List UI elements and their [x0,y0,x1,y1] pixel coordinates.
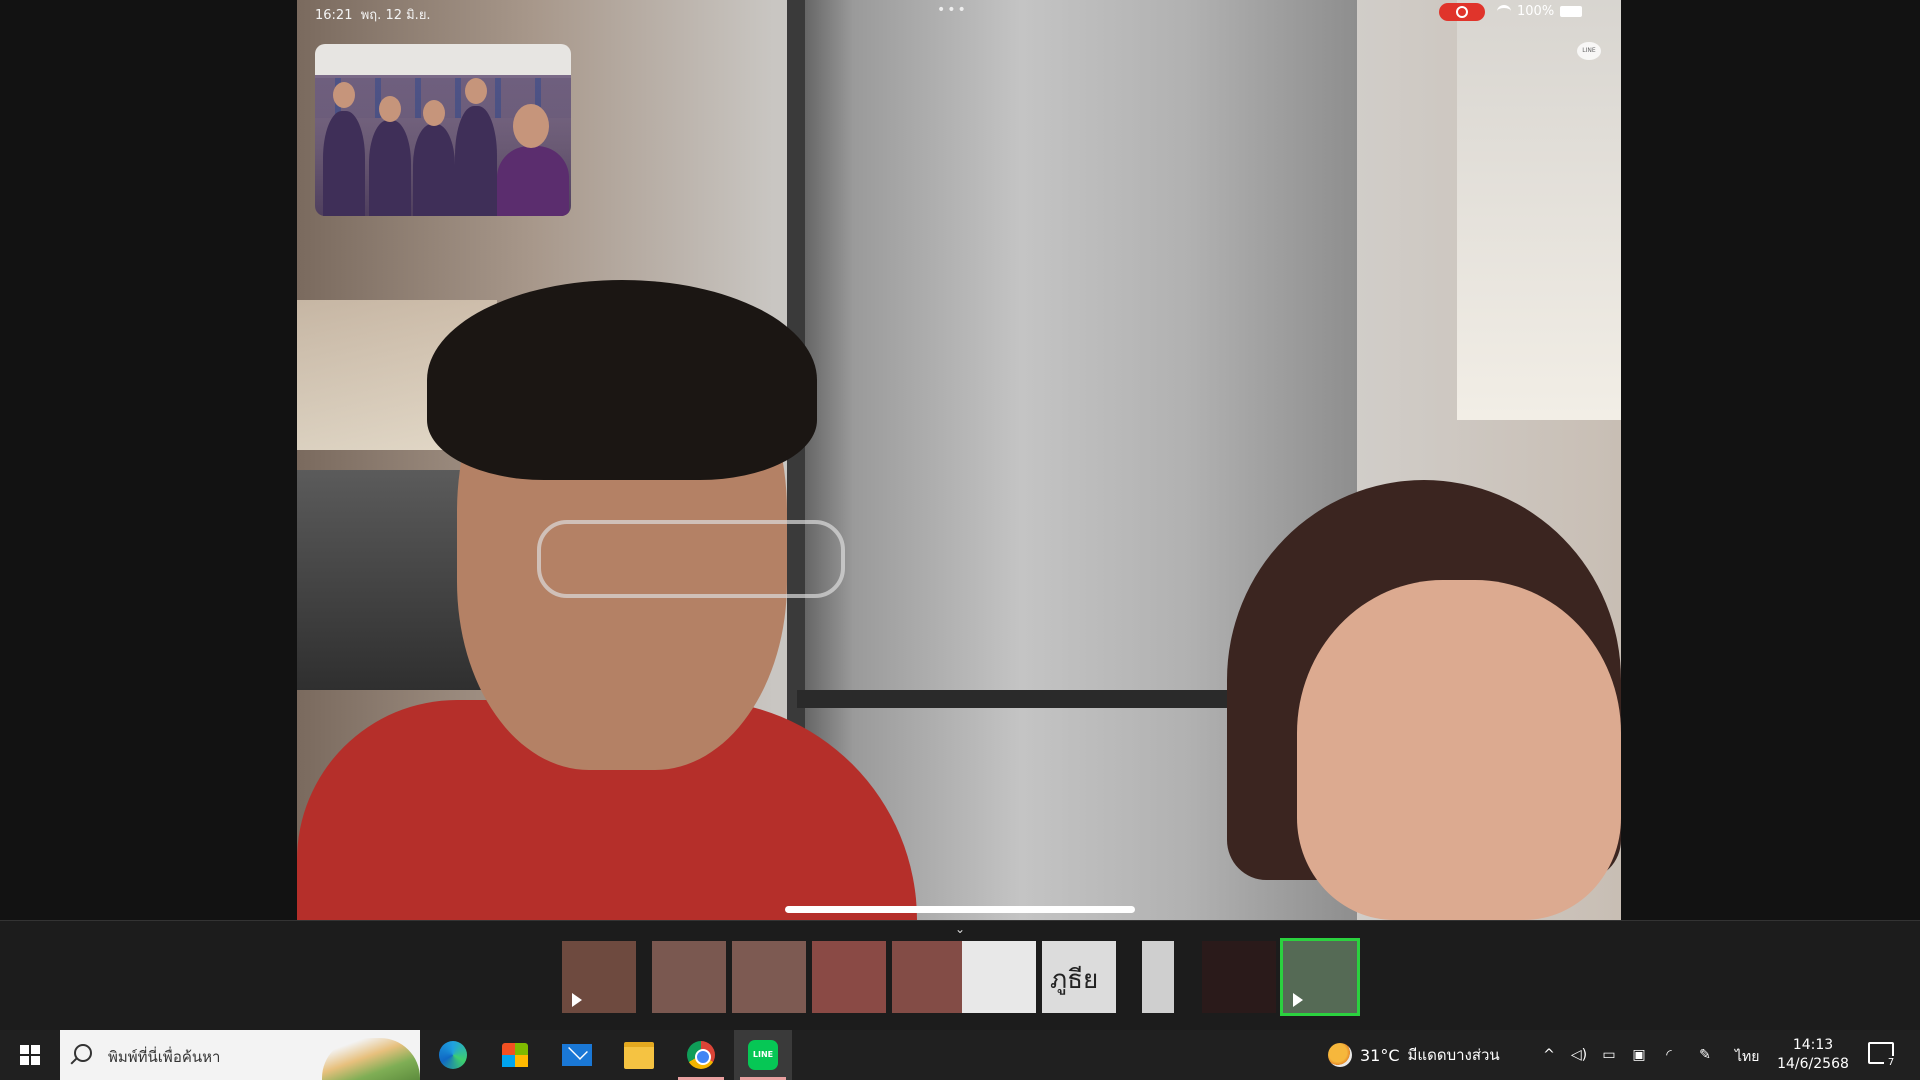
pip-person [497,146,569,216]
pip-person [369,120,411,216]
home-indicator [785,906,1135,913]
mail-icon[interactable] [548,1030,606,1080]
pip-person [455,106,497,216]
thumbnail-sketch[interactable]: ภูธีย [1042,941,1116,1013]
background-wall [1457,0,1621,420]
line-icon[interactable]: LINE [734,1030,792,1080]
line-watermark: LINE [1577,42,1601,60]
clock[interactable]: 14:13 14/6/2568 [1770,1036,1856,1074]
person-left-hair [427,280,817,480]
weather-temp: 31°C [1360,1045,1400,1065]
pip-face [513,104,549,148]
battery-icon [1560,6,1583,17]
pip-face [333,82,355,108]
search-highlight-illustration [322,1038,420,1080]
play-icon [1293,993,1303,1007]
store-icon[interactable] [486,1030,544,1080]
search-icon [74,1044,92,1062]
chrome-icon[interactable] [672,1030,730,1080]
main-photo[interactable]: 16:21 พฤ. 12 มิ.ย. ••• 100% LINE [297,0,1621,920]
security-icon[interactable]: ▣ [1624,1030,1654,1080]
person-left-glasses [537,520,845,598]
thumbnail-photo[interactable] [812,941,886,1013]
screen-record-icon [1439,3,1485,21]
taskbar: พิมพ์ที่นี่เพื่อค้นหา LINE 31°C มีแดดบาง… [0,1030,1920,1080]
weather-widget[interactable]: 31°C มีแดดบางส่วน [1328,1030,1500,1080]
thumbnail-document[interactable] [1142,941,1174,1013]
collapse-chevron-icon[interactable]: ⌄ [953,923,967,937]
show-hidden-icons-chevron-icon[interactable]: ^ [1534,1030,1564,1080]
clock-time: 14:13 [1792,1037,1834,1053]
taskbar-search-box[interactable]: พิมพ์ที่นี่เพื่อค้นหา [60,1030,420,1080]
thumbnail-photo[interactable] [652,941,726,1013]
windows-logo-icon [20,1045,40,1065]
multitask-dots-icon: ••• [937,2,968,18]
pip-face [423,100,445,126]
edge-icon[interactable] [424,1030,482,1080]
weather-condition: มีแดดบางส่วน [1407,1046,1500,1064]
battery-percent: 100% [1517,4,1555,19]
status-bar-right: 100% [1497,4,1583,19]
language-indicator[interactable]: ไทย [1735,1046,1759,1068]
pip-face [379,96,401,122]
photo-viewer: 16:21 พฤ. 12 มิ.ย. ••• 100% LINE [0,0,1920,920]
sketch-text: ภูธีย [1050,965,1099,995]
start-button[interactable] [0,1030,58,1080]
thumbnail-video-selected[interactable] [1280,938,1360,1016]
file-explorer-icon[interactable] [610,1030,668,1080]
thumbnail-photo[interactable] [1202,941,1276,1013]
thumbnail-photo[interactable] [732,941,806,1013]
picture-in-picture-video[interactable] [315,44,571,216]
thumbnail-photo[interactable] [892,941,966,1013]
pip-face [465,78,487,104]
weather-icon [1328,1043,1352,1067]
clock-date: 14/6/2568 [1777,1056,1849,1072]
notification-count: 7 [1884,1056,1898,1070]
network-icon[interactable]: ◜ [1654,1030,1684,1080]
thumbnail-video[interactable] [562,941,636,1013]
wifi-icon [1497,5,1511,18]
pen-icon[interactable]: ✎ [1690,1030,1720,1080]
status-bar-time: 16:21 พฤ. 12 มิ.ย. [315,8,431,23]
volume-icon[interactable]: ◁) [1564,1030,1594,1080]
thumbnail-document[interactable] [962,941,1036,1013]
play-icon [572,993,582,1007]
filmstrip: ⌄ ภูธีย [0,920,1920,1031]
pip-person [413,124,455,216]
pip-person [323,111,365,216]
battery-icon[interactable]: ▭ [1594,1030,1624,1080]
person-right-face [1297,580,1621,920]
search-placeholder: พิมพ์ที่นี่เพื่อค้นหา [108,1048,221,1066]
